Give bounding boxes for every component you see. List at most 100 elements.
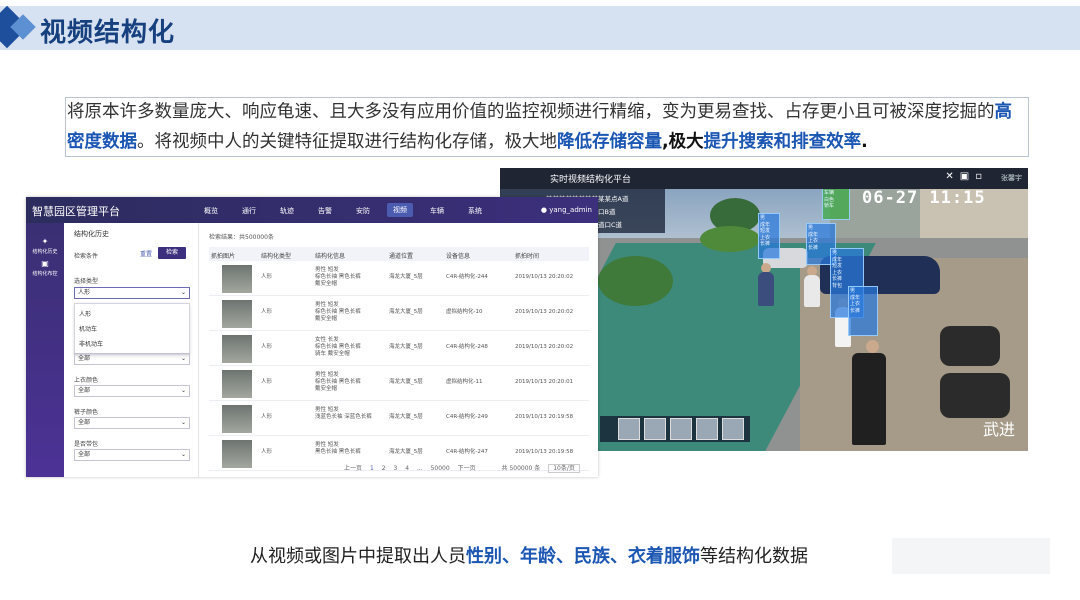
caption-separator: 、 [502, 546, 520, 567]
capture-thumbnail[interactable] [644, 418, 666, 440]
cell-location: 海龙大厦_5层 [389, 414, 423, 420]
page-link[interactable]: 3 [393, 465, 397, 472]
capture-image[interactable] [222, 370, 252, 398]
paragraph-text-2: 。将视频中人的关键特征提取进行结构化存储， [137, 132, 505, 152]
table-row[interactable]: 人形 男性 短发 浅蓝色长袖 深蓝色长裤 海龙大厦_5层 C4R-结构化-249 2019… [209, 403, 589, 436]
paragraph-text-1: 将原本许多数量庞大、响应龟速、且大多没有应用价值的监控视频进行精缩，变为更易查找… [67, 102, 995, 122]
top-color-value: 全部 [78, 387, 91, 394]
cell-device: 虚拟结构化-11 [446, 379, 483, 385]
pedestrian [758, 272, 774, 306]
type-dropdown: 人形 机动车 非机动车 [74, 303, 190, 355]
page-link[interactable]: 2 [382, 465, 386, 472]
capture-thumbnail[interactable] [618, 418, 640, 440]
reset-button[interactable]: 重置 [136, 248, 156, 259]
window-controls-icon[interactable]: ✕▣▫ [945, 171, 988, 182]
filter-panel: 结构化历史 检索条件 重置 检索 选择类型 人形 ⌄ 人形 机动车 非机动车 全部… [64, 223, 199, 477]
cell-info: 男性 短发 棕色长袖 黑色长裤 戴安全帽 [315, 372, 361, 393]
user-name: yang_admin [549, 206, 592, 214]
faint-block [892, 538, 1050, 574]
type-label: 选择类型 [74, 278, 99, 285]
search-button[interactable]: 检索 [158, 247, 186, 259]
control-icon: ▣ [41, 259, 49, 268]
capture-image[interactable] [222, 300, 252, 328]
sidebar-item-history[interactable]: ✦ 结构化历史 [26, 237, 64, 255]
motorbike [940, 373, 1010, 418]
video-header: 实时视频结构化平台 ✕▣▫ 张馨宇 [500, 168, 1028, 189]
capture-thumbnail[interactable] [696, 418, 718, 440]
table-header: 抓拍图片 结构化类型 结构化信息 通道位置 设备信息 抓拍时间 [209, 247, 589, 261]
nav-alarm[interactable]: 告警 [318, 206, 332, 216]
pagination: 上一页 1 2 3 4 ... 50000 下一页 共 500000 条 10条… [344, 463, 586, 473]
bag-select[interactable]: 全部 ⌄ [74, 449, 190, 461]
cell-info: 男性 短发 黑色长袖 黑色长裤 [315, 442, 361, 456]
cell-device: C4R-结构化-248 [446, 344, 488, 350]
caption-highlight-age: 年龄 [520, 546, 556, 567]
top-color-select[interactable]: 全部 ⌄ [74, 385, 190, 397]
table-row[interactable]: 人形 男性 短发 棕色长袖 黑色长裤 戴安全帽 海龙大厦_5层 C4R-结构化-244 20… [209, 263, 589, 296]
cell-device: C4R-结构化-249 [446, 414, 488, 420]
nav-vehicle[interactable]: 车辆 [430, 206, 444, 216]
capture-image[interactable] [222, 440, 252, 468]
capture-image[interactable] [222, 335, 252, 363]
info-line: 棕色长袖 黑色长裤 [315, 274, 361, 280]
nav-security[interactable]: 安防 [356, 206, 370, 216]
sidebar-item-control[interactable]: ▣ 结构化布控 [26, 259, 64, 277]
attribute-tag: 车辆 白色 轿车 [822, 188, 850, 220]
attribute-select-value: 全部 [78, 355, 91, 362]
nav-system[interactable]: 系统 [468, 206, 482, 216]
capture-image[interactable] [222, 405, 252, 433]
nav-trajectory[interactable]: 轨迹 [280, 206, 294, 216]
paragraph-text-3: 极大地 [504, 132, 558, 152]
info-line: 黑色长袖 黑色长裤 [315, 449, 361, 455]
page-size-select[interactable]: 10条/页 [548, 464, 580, 473]
column-header: 结构化信息 [315, 253, 346, 260]
table-row[interactable]: 人形 男性 短发 棕色长袖 黑色长裤 戴安全帽 海龙大厦_5层 虚拟结构化-10 2019/… [209, 298, 589, 331]
pants-color-select[interactable]: 全部 ⌄ [74, 417, 190, 429]
video-user[interactable]: 张馨宇 [1001, 173, 1022, 183]
attribute-select[interactable]: 全部 ⌄ [74, 353, 190, 365]
cell-info: 男性 短发 棕色长袖 黑色长裤 戴安全帽 [315, 267, 361, 288]
person-head [866, 340, 879, 353]
capture-thumbnail[interactable] [670, 418, 692, 440]
capture-thumbnail[interactable] [722, 418, 744, 440]
chevron-down-icon: ⌄ [180, 355, 186, 362]
info-line: 女性 长发 [315, 337, 339, 343]
page-link[interactable]: 4 [405, 465, 409, 472]
type-select[interactable]: 人形 ⌄ [74, 287, 190, 299]
results-panel: 检索结果：共500000条 抓拍图片 结构化类型 结构化信息 通道位置 设备信息… [199, 223, 598, 477]
hedge [700, 226, 760, 252]
info-line: 戴安全帽 [315, 281, 338, 287]
cell-type: 人形 [261, 274, 273, 280]
next-page-button[interactable]: 下一页 [458, 465, 476, 472]
info-line: 棕色长袖 黑色长裤 [315, 344, 361, 350]
condition-label: 检索条件 [74, 253, 99, 260]
nav-video[interactable]: 视频 [387, 203, 413, 217]
highlight-improve-search: 提升搜索和排查效率 [703, 132, 862, 152]
nav-overview[interactable]: 概览 [204, 206, 218, 216]
caption-highlight-gender: 性别 [466, 546, 502, 567]
pedestrian [852, 353, 886, 445]
info-line: 男性 短发 [315, 372, 339, 378]
cell-type: 人形 [261, 449, 273, 455]
bag-value: 全部 [78, 451, 91, 458]
pedestrian [804, 275, 820, 307]
caption-separator: 、 [556, 546, 574, 567]
chevron-down-icon: ⌄ [180, 387, 186, 394]
dropdown-option[interactable]: 机动车 [79, 324, 97, 333]
page-link[interactable]: 1 [370, 465, 374, 472]
page-link[interactable]: 50000 [431, 465, 450, 472]
nav-access[interactable]: 通行 [242, 206, 256, 216]
table-row[interactable]: 人形 男性 短发 棕色长袖 黑色长裤 戴安全帽 海龙大厦_5层 虚拟结构化-11 2019/… [209, 368, 589, 401]
capture-image[interactable] [222, 265, 252, 293]
cell-location: 海龙大厦_5层 [389, 309, 423, 315]
column-header: 结构化类型 [261, 253, 292, 260]
table-row[interactable]: 人形 女性 长发 棕色长袖 黑色长裤 骑车 戴安全帽 海龙大厦_5层 C4R-结构化-24… [209, 333, 589, 366]
capture-thumbnail-strip [600, 416, 750, 442]
dropdown-option[interactable]: 人形 [79, 309, 91, 318]
prev-page-button[interactable]: 上一页 [344, 465, 362, 472]
cell-type: 人形 [261, 379, 273, 385]
user-menu[interactable]: ● yang_admin [541, 206, 592, 214]
dropdown-option[interactable]: 非机动车 [79, 339, 103, 348]
intro-paragraph: 将原本许多数量庞大、响应龟速、且大多没有应用价值的监控视频进行精缩，变为更易查找… [67, 97, 1027, 157]
info-line: 男性 短发 [315, 267, 339, 273]
